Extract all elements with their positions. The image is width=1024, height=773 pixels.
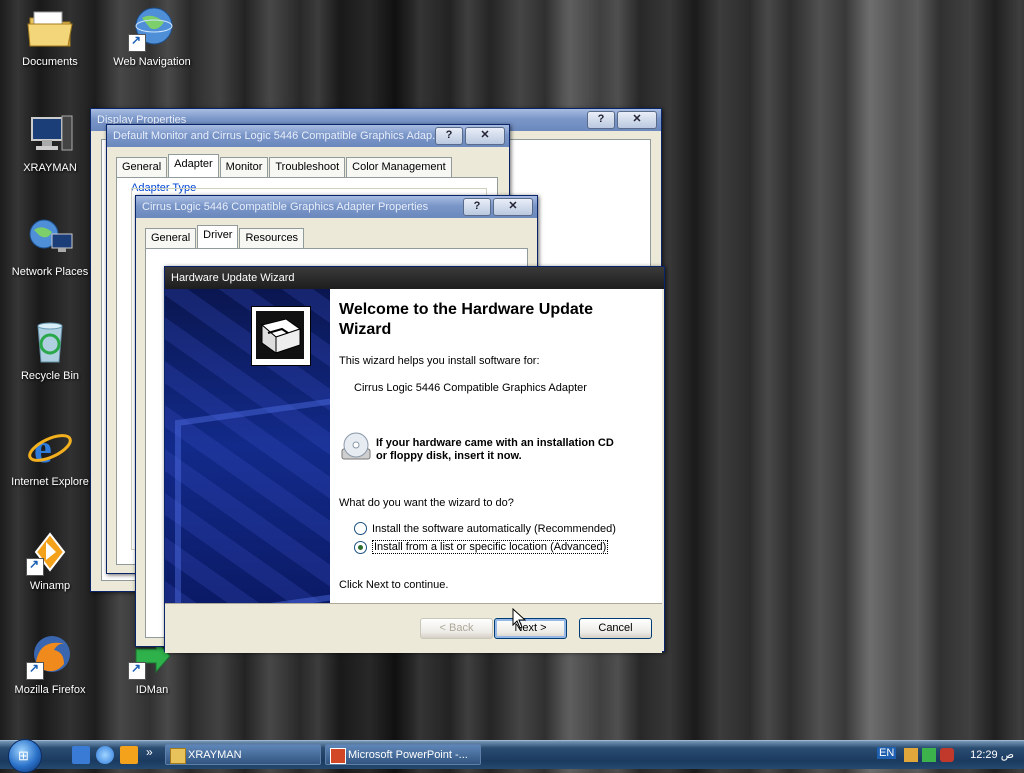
adapter-dialog-titlebar[interactable]: Cirrus Logic 5446 Compatible Graphics Ad… [136,196,537,218]
desktop-icon-firefox[interactable]: Mozilla Firefox [0,632,100,696]
tab-troubleshoot[interactable]: Troubleshoot [269,157,346,177]
desktop-icon-label: XRAYMAN [23,162,77,174]
powerpoint-icon [330,748,346,764]
desktop-icon-recycle-bin[interactable]: Recycle Bin [0,318,100,382]
winamp-icon [26,528,74,576]
idm-tray-icon[interactable] [922,748,936,762]
adapter-dialog-tabs: General Driver Resources [145,225,305,248]
taskbar-item-powerpoint[interactable]: Microsoft PowerPoint -... [325,744,481,765]
shortcut-arrow-icon [128,33,146,52]
desktop-icon-xrayman[interactable]: XRAYMAN [0,110,100,174]
quick-launch-overflow-icon[interactable]: » [146,745,153,759]
close-button[interactable]: ✕ [493,198,533,216]
taskbar: ⊞ » XRAYMAN Microsoft PowerPoint -... EN… [0,739,1024,773]
desktop-icon-label: Winamp [29,580,71,592]
desktop-icon-documents[interactable]: Documents [0,4,100,68]
network-icon [26,214,74,262]
wizard-content: Welcome to the Hardware Update Wizard Th… [330,289,662,603]
next-button[interactable]: Next > [494,618,567,639]
option-label: Install from a list or specific location… [372,540,609,554]
continue-hint: Click Next to continue. [339,579,449,591]
wizard-question: What do you want the wizard to do? [339,497,514,509]
folder-icon [170,748,186,764]
cancel-button[interactable]: Cancel [579,618,652,639]
globe-icon [128,4,176,52]
wizard-button-bar: < Back Next > Cancel [165,603,662,653]
window-title: Default Monitor and Cirrus Logic 5446 Co… [113,130,442,142]
wizard-banner [165,289,330,603]
clock[interactable]: 12:29 ص [970,748,1014,761]
desktop-icon-network-places[interactable]: Network Places [0,214,100,278]
hardware-update-wizard-window[interactable]: Hardware Update Wizard Welcome to the Ha… [164,266,665,653]
folder-icon [26,4,74,52]
desktop-icon-label: Mozilla Firefox [14,684,86,696]
recycle-bin-icon [26,318,74,366]
help-button[interactable]: ? [587,111,615,129]
cd-hint-line1: If your hardware came with an installati… [376,437,614,449]
tab-general[interactable]: General [145,228,197,248]
help-button[interactable]: ? [435,127,463,145]
desktop-icon-label: Documents [22,56,78,68]
quick-launch-desktop-icon[interactable] [72,746,90,764]
tab-resources[interactable]: Resources [239,228,305,248]
language-indicator[interactable]: EN [877,747,897,759]
svg-text:e: e [34,426,52,471]
back-button[interactable]: < Back [420,618,493,639]
desktop-icon-label: Internet Explore [11,476,89,488]
quick-launch-ie-icon[interactable] [96,746,114,764]
network-tray-icon[interactable] [904,748,918,762]
option-label: Install the software automatically (Reco… [372,522,616,535]
tab-monitor[interactable]: Monitor [219,157,269,177]
quick-launch-winamp-icon[interactable] [120,746,138,764]
shortcut-arrow-icon [26,557,44,576]
banner-decoration [175,397,330,603]
tab-general[interactable]: General [116,157,168,177]
desktop-icon-web-navigation[interactable]: Web Navigation [102,4,202,68]
system-tray: EN 12:29 ص [874,743,1024,767]
desktop-icon-label: IDMan [135,684,169,696]
computer-icon [26,110,74,158]
radio-button-selected[interactable] [354,540,367,554]
window-title: Hardware Update Wizard [171,272,295,284]
wizard-intro-text: This wizard helps you install software f… [339,355,540,367]
taskbar-item-label: XRAYMAN [188,749,242,761]
cd-icon [340,431,372,463]
desktop-icon-label: Recycle Bin [20,370,80,382]
close-button[interactable]: ✕ [617,111,657,129]
firefox-icon [26,632,74,680]
option-install-from-list[interactable]: Install from a list or specific location… [354,540,609,554]
help-button[interactable]: ? [463,198,491,216]
shortcut-arrow-icon [26,661,44,680]
radio-button[interactable] [354,522,367,535]
desktop-icon-winamp[interactable]: Winamp [0,528,100,592]
windows-logo-icon: ⊞ [18,748,29,763]
tab-color-management[interactable]: Color Management [346,157,452,177]
desktop: Documents Web Navigation XRAYMAN Network… [0,0,1024,740]
device-name-text: Cirrus Logic 5446 Compatible Graphics Ad… [354,382,587,394]
cd-hint-line2: or floppy disk, insert it now. [376,450,522,462]
desktop-icon-label: Web Navigation [113,56,191,68]
wizard-titlebar[interactable]: Hardware Update Wizard [165,267,664,289]
tab-adapter[interactable]: Adapter [168,154,219,177]
shortcut-arrow-icon [128,661,146,680]
window-title: Cirrus Logic 5446 Compatible Graphics Ad… [142,201,429,213]
taskbar-item-xrayman[interactable]: XRAYMAN [165,744,321,765]
desktop-icon-label: Network Places [11,266,89,278]
tab-driver[interactable]: Driver [197,225,239,248]
security-shield-icon[interactable] [940,748,954,762]
option-install-automatically[interactable]: Install the software automatically (Reco… [354,522,616,535]
monitor-dialog-tabs: General Adapter Monitor Troubleshoot Col… [116,154,453,177]
hardware-icon [251,306,311,366]
ie-icon: e [26,424,74,472]
desktop-icon-internet-explorer[interactable]: e Internet Explore [0,424,100,488]
taskbar-item-label: Microsoft PowerPoint -... [348,749,468,761]
monitor-dialog-titlebar[interactable]: Default Monitor and Cirrus Logic 5446 Co… [107,125,509,147]
wizard-heading: Welcome to the Hardware Update Wizard [339,301,593,338]
close-button[interactable]: ✕ [465,127,505,145]
mouse-cursor-icon [512,607,527,633]
